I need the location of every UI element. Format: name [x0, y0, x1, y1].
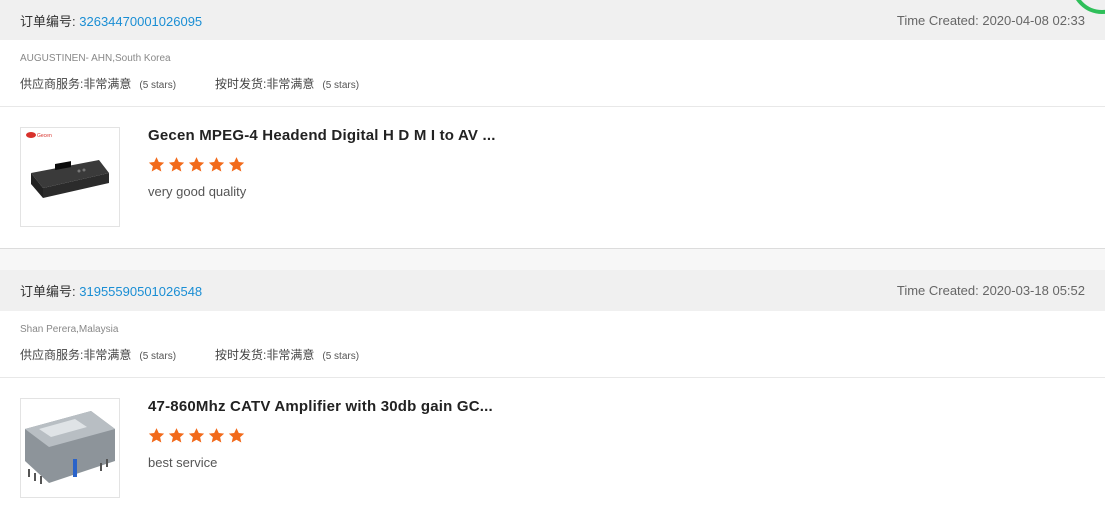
order-card: 订单编号: 31955590501026548 Time Created: 20…: [0, 270, 1105, 518]
order-header: 订单编号: 31955590501026548 Time Created: 20…: [0, 270, 1105, 311]
supplier-service-value: 非常满意: [83, 348, 132, 362]
product-thumbnail[interactable]: [20, 398, 120, 498]
review-stars: [148, 156, 245, 173]
product-title[interactable]: 47-860Mhz CATV Amplifier with 30db gain …: [148, 398, 493, 415]
order-header: 订单编号: 3263447000102609​5 Time Created: 2…: [0, 0, 1105, 40]
supplier-service-stars: (5 stars): [139, 351, 177, 362]
star-icon: [228, 428, 245, 443]
time-created: Time Created: 2020-03-18 05:52: [896, 283, 1085, 298]
seller-ratings: 供应商服务: 非常满意 (5 stars) 按时发货: 非常满意 (5 star…: [20, 346, 1085, 363]
supplier-service-label: 供应商服务:: [20, 348, 84, 362]
product-review: 47-860Mhz CATV Amplifier with 30db gain …: [0, 378, 1105, 518]
order-number-link[interactable]: 3263447000102609​5: [79, 14, 202, 29]
on-time-value: 非常满意: [266, 348, 315, 362]
feedback-text: best service: [148, 455, 218, 470]
star-icon: [228, 157, 245, 172]
on-time-delivery-rating: 按时发货: 非常满意 (5 stars): [215, 346, 359, 363]
star-icon: [148, 428, 165, 443]
supplier-service-label: 供应商服务:: [20, 77, 84, 91]
on-time-value: 非常满意: [266, 77, 315, 91]
product-thumbnail[interactable]: Gecen: [20, 127, 120, 227]
order-number-link[interactable]: 31955590501026548: [79, 284, 202, 299]
on-time-label: 按时发货:: [215, 348, 267, 362]
buyer-name: AUGUSTINEN- AHN,South Korea: [20, 53, 171, 64]
star-icon: [168, 428, 185, 443]
star-icon: [208, 428, 225, 443]
on-time-stars: (5 stars): [322, 351, 360, 362]
on-time-delivery-rating: 按时发货: 非常满意 (5 stars): [215, 75, 359, 92]
feedback-text: very good quality: [148, 184, 247, 199]
order-card: 订单编号: 3263447000102609​5 Time Created: 2…: [0, 0, 1105, 247]
product-title[interactable]: Gecen MPEG-4 Headend Digital H D M I to …: [148, 127, 496, 144]
star-icon: [188, 157, 205, 172]
seller-ratings: 供应商服务: 非常满意 (5 stars) 按时发货: 非常满意 (5 star…: [20, 75, 1085, 92]
brand-logo: Gecen: [37, 133, 52, 139]
star-icon: [148, 157, 165, 172]
on-time-label: 按时发货:: [215, 77, 267, 91]
buyer-info: Shan Perera,Malaysia 供应商服务: 非常满意 (5 star…: [0, 311, 1105, 378]
review-stars: [148, 427, 245, 444]
star-icon: [188, 428, 205, 443]
order-number-label: 订单编号:: [20, 284, 76, 299]
buyer-name: Shan Perera,Malaysia: [20, 324, 119, 335]
supplier-service-value: 非常满意: [83, 77, 132, 91]
order-id: 订单编号: 3263447000102609​5: [20, 11, 202, 30]
order-divider: [0, 248, 1105, 270]
product-review: Gecen Gecen MPEG-4 Headend Digital H D M…: [0, 107, 1105, 247]
buyer-info: AUGUSTINEN- AHN,South Korea 供应商服务: 非常满意 …: [0, 40, 1105, 107]
star-icon: [208, 157, 225, 172]
order-id: 订单编号: 31955590501026548: [20, 281, 202, 300]
supplier-service-stars: (5 stars): [139, 80, 177, 91]
supplier-service-rating: 供应商服务: 非常满意 (5 stars): [20, 75, 176, 92]
order-number-label: 订单编号:: [20, 13, 76, 29]
time-created: Time Created: 2020-04-08 02:33: [896, 12, 1085, 28]
on-time-stars: (5 stars): [322, 80, 360, 91]
supplier-service-rating: 供应商服务: 非常满意 (5 stars): [20, 346, 176, 363]
star-icon: [168, 157, 185, 172]
